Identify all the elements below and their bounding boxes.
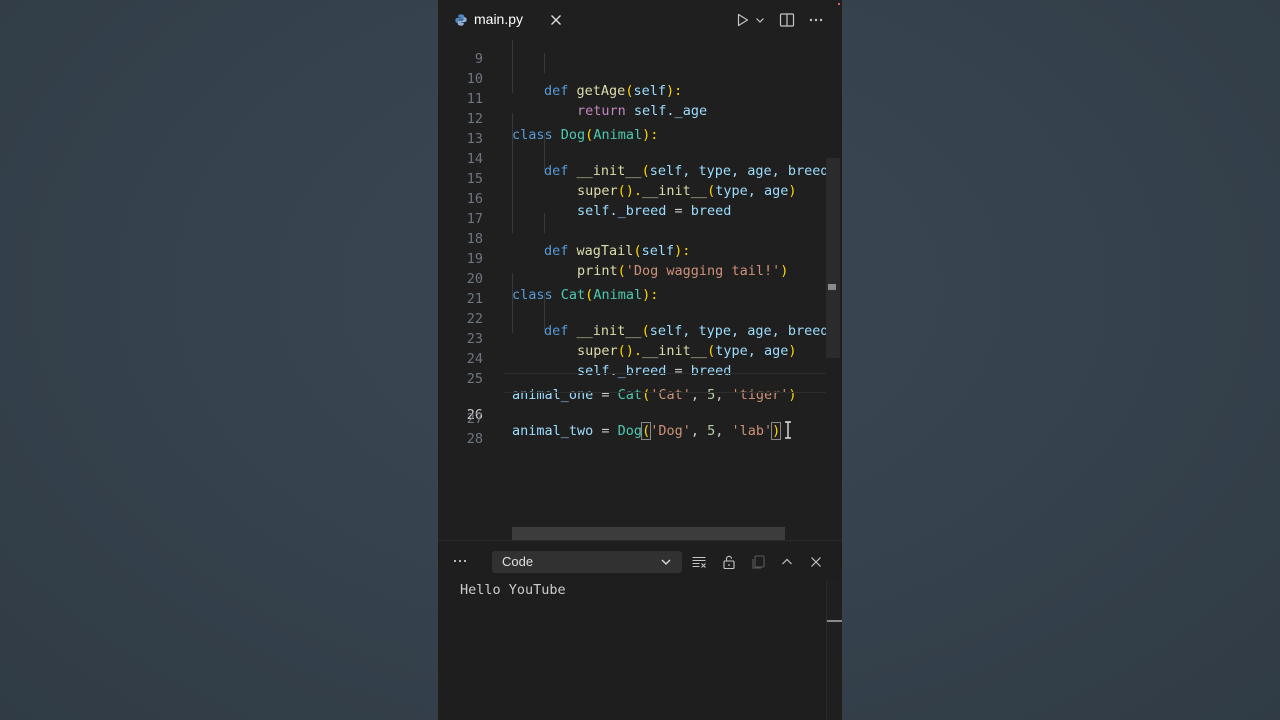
split-editor-icon[interactable] xyxy=(779,12,795,28)
scrollbar-cursor-marker xyxy=(828,284,836,290)
python-icon xyxy=(455,14,467,26)
chevron-down-icon xyxy=(661,559,671,565)
code-line-24: 24 xyxy=(438,333,842,367)
code-editor[interactable]: 9 def getAge(self): 10 return self._age … xyxy=(438,40,842,540)
code-line-26: 26 animal_two = Dog('Dog', 5, 'lab') xyxy=(438,373,842,440)
clear-output-icon[interactable] xyxy=(691,554,707,570)
code-line-25: 25 animal_one = Cat('Cat', 5, 'tiger') xyxy=(438,353,842,403)
code-line-16: 16 xyxy=(438,173,842,207)
code-line-11: 11 xyxy=(438,73,842,107)
editor-horizontal-scrollbar[interactable] xyxy=(512,527,785,540)
code-line-22: 22 super().__init__(type, age) xyxy=(438,293,842,359)
code-line-10: 10 return self._age xyxy=(438,53,842,119)
text-cursor-icon xyxy=(785,421,791,439)
code-line-20: 20 class Cat(Animal): xyxy=(438,253,842,303)
notification-dot xyxy=(838,3,840,5)
chevron-down-icon[interactable] xyxy=(754,14,766,26)
code-line-12: 12 class Dog(Animal): xyxy=(438,93,842,143)
copy-icon[interactable] xyxy=(750,554,766,570)
code-line-19: 19 xyxy=(438,233,842,267)
current-line-highlight xyxy=(504,373,842,393)
code-line-9: 9 def getAge(self): xyxy=(438,40,842,99)
panel-scroll-marker xyxy=(827,620,842,622)
code-line-13: 13 def __init__(self, type, age, breed): xyxy=(438,113,842,179)
code-line-14: 14 super().__init__(type, age) xyxy=(438,133,842,199)
code-line-15: 15 self._breed = breed xyxy=(438,153,842,219)
lock-icon[interactable] xyxy=(721,554,737,570)
code-line-21: 21 def __init__(self, type, age, breed): xyxy=(438,273,842,339)
code-line-27: 27 xyxy=(438,393,842,427)
code-line-17: 17 def wagTail(self): xyxy=(438,193,842,259)
output-text: Hello YouTube xyxy=(460,582,566,598)
code-line-23: 23 self._breed = breed xyxy=(438,313,842,379)
code-line-28: 28 xyxy=(438,413,842,447)
panel-scrollbar[interactable] xyxy=(826,581,842,720)
line-number: 28 xyxy=(466,431,483,447)
more-icon[interactable] xyxy=(808,12,824,28)
close-icon[interactable] xyxy=(548,12,564,28)
run-icon[interactable] xyxy=(734,12,750,28)
output-channel-select[interactable]: Code xyxy=(492,551,682,573)
more-icon[interactable] xyxy=(452,553,468,569)
chevron-up-icon[interactable] xyxy=(779,554,795,570)
tab-bar: main.py xyxy=(438,0,842,40)
output-channel-value: Code xyxy=(502,554,534,569)
tab-main-py[interactable]: main.py xyxy=(438,0,574,40)
close-icon[interactable] xyxy=(808,554,824,570)
code-line-18: 18 print('Dog wagging tail!') xyxy=(438,213,842,279)
tab-label: main.py xyxy=(474,11,524,27)
editor-vertical-scrollbar[interactable] xyxy=(826,40,842,540)
editor-window: main.py 9 def getAge(self): 10 return se… xyxy=(438,0,842,720)
scrollbar-thumb[interactable] xyxy=(826,158,840,358)
output-panel: Code Hello YouTube xyxy=(438,540,842,720)
